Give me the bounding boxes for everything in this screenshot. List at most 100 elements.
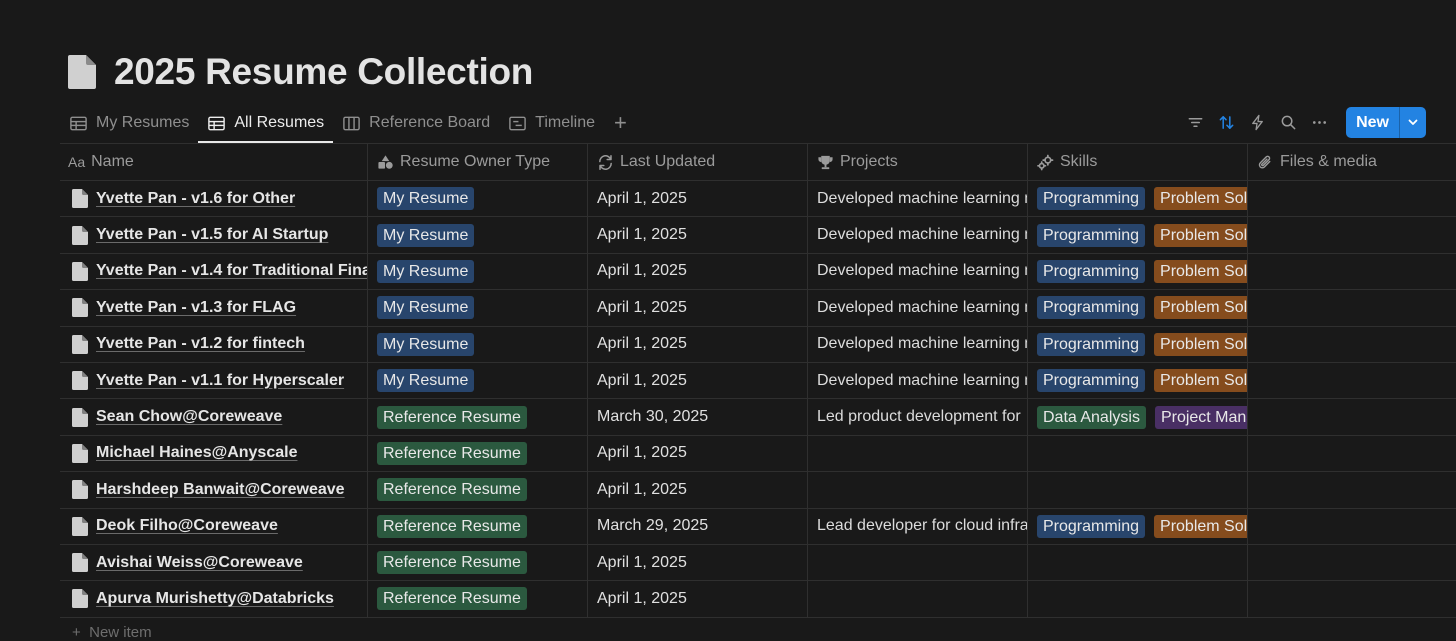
owner-type-cell[interactable]: My Resume <box>368 253 588 290</box>
files-cell[interactable] <box>1248 472 1456 507</box>
row-title[interactable]: Yvette Pan - v1.2 for fintech <box>96 335 305 353</box>
files-cell[interactable] <box>1248 581 1456 616</box>
name-cell[interactable]: Yvette Pan - v1.4 for Traditional Financ… <box>60 253 368 290</box>
projects-cell[interactable]: Developed machine learning m <box>808 290 1028 326</box>
column-header-owner-type[interactable]: Resume Owner Type <box>368 144 588 180</box>
table-row[interactable]: Yvette Pan - v1.4 for Traditional Financ… <box>60 253 1456 291</box>
name-cell[interactable]: Avishai Weiss@Coreweave <box>60 544 368 581</box>
name-cell[interactable]: Sean Chow@Coreweave <box>60 399 368 435</box>
skills-cell[interactable] <box>1028 472 1248 508</box>
projects-cell[interactable]: Developed machine learning m <box>808 253 1028 290</box>
column-header-last-updated[interactable]: Last Updated <box>588 144 808 180</box>
table-row[interactable]: Apurva Murishetty@Databricks Reference Re… <box>60 581 1456 618</box>
table-row[interactable]: Yvette Pan - v1.5 for AI Startup My Resum… <box>60 217 1456 254</box>
owner-type-cell[interactable]: My Resume <box>368 181 588 217</box>
projects-cell[interactable] <box>808 435 1028 472</box>
row-title[interactable]: Harshdeep Banwait@Coreweave <box>96 481 345 499</box>
filter-button[interactable] <box>1180 107 1210 137</box>
skills-cell[interactable]: Programming Problem Solving <box>1028 508 1248 544</box>
files-cell[interactable] <box>1248 509 1456 544</box>
row-title[interactable]: Yvette Pan - v1.1 for Hyperscaler <box>96 372 344 390</box>
name-cell[interactable]: Deok Filho@Coreweave <box>60 508 368 544</box>
last-updated-cell[interactable]: April 1, 2025 <box>588 326 808 362</box>
last-updated-cell[interactable]: April 1, 2025 <box>588 544 808 581</box>
column-header-skills[interactable]: Skills <box>1028 144 1248 180</box>
owner-type-cell[interactable]: My Resume <box>368 362 588 399</box>
sort-button[interactable] <box>1211 107 1241 137</box>
row-title[interactable]: Yvette Pan - v1.3 for FLAG <box>96 299 296 317</box>
files-cell[interactable] <box>1248 217 1456 252</box>
row-title[interactable]: Yvette Pan - v1.4 for Traditional Financ… <box>96 262 367 280</box>
row-title[interactable]: Michael Haines@Anyscale <box>96 444 297 462</box>
projects-cell[interactable]: Led product development for <box>808 399 1028 435</box>
new-dropdown-button[interactable] <box>1400 107 1426 138</box>
name-cell[interactable]: Yvette Pan - v1.1 for Hyperscaler <box>60 362 368 399</box>
skills-cell[interactable] <box>1028 435 1248 472</box>
tab-timeline[interactable]: Timeline <box>499 104 604 142</box>
last-updated-cell[interactable]: April 1, 2025 <box>588 253 808 290</box>
last-updated-cell[interactable]: April 1, 2025 <box>588 181 808 217</box>
last-updated-cell[interactable]: March 29, 2025 <box>588 508 808 544</box>
tab-my-resumes[interactable]: My Resumes <box>60 104 198 142</box>
projects-cell[interactable] <box>808 581 1028 617</box>
name-cell[interactable]: Michael Haines@Anyscale <box>60 435 368 472</box>
files-cell[interactable] <box>1248 254 1456 289</box>
last-updated-cell[interactable]: April 1, 2025 <box>588 435 808 472</box>
owner-type-cell[interactable]: Reference Resume <box>368 544 588 581</box>
owner-type-cell[interactable]: Reference Resume <box>368 508 588 544</box>
name-cell[interactable]: Yvette Pan - v1.6 for Other <box>60 181 368 217</box>
row-title[interactable]: Yvette Pan - v1.6 for Other <box>96 190 295 208</box>
row-title[interactable]: Deok Filho@Coreweave <box>96 517 278 535</box>
skills-cell[interactable]: Programming Problem Solving <box>1028 362 1248 399</box>
projects-cell[interactable] <box>808 544 1028 581</box>
more-options-button[interactable] <box>1304 107 1334 137</box>
owner-type-cell[interactable]: Reference Resume <box>368 435 588 472</box>
owner-type-cell[interactable]: My Resume <box>368 217 588 253</box>
last-updated-cell[interactable]: March 30, 2025 <box>588 399 808 435</box>
tab-all-resumes[interactable]: All Resumes <box>198 104 333 143</box>
projects-cell[interactable]: Developed machine learning m <box>808 181 1028 217</box>
last-updated-cell[interactable]: April 1, 2025 <box>588 472 808 508</box>
add-view-button[interactable]: + <box>604 104 637 142</box>
name-cell[interactable]: Yvette Pan - v1.5 for AI Startup <box>60 217 368 253</box>
skills-cell[interactable]: Programming Problem Solving <box>1028 253 1248 290</box>
skills-cell[interactable]: Programming Problem Solving <box>1028 217 1248 253</box>
skills-cell[interactable]: Programming Problem Solving <box>1028 181 1248 217</box>
last-updated-cell[interactable]: April 1, 2025 <box>588 581 808 617</box>
skills-cell[interactable] <box>1028 544 1248 581</box>
name-cell[interactable]: Yvette Pan - v1.3 for FLAG <box>60 290 368 326</box>
last-updated-cell[interactable]: April 1, 2025 <box>588 290 808 326</box>
files-cell[interactable] <box>1248 290 1456 325</box>
row-title[interactable]: Sean Chow@Coreweave <box>96 408 282 426</box>
skills-cell[interactable] <box>1028 581 1248 617</box>
table-row[interactable]: Yvette Pan - v1.2 for fintech My Resume Ap… <box>60 326 1456 363</box>
projects-cell[interactable]: Developed machine learning m <box>808 326 1028 362</box>
owner-type-cell[interactable]: Reference Resume <box>368 581 588 617</box>
column-header-files[interactable]: Files & media <box>1248 144 1456 180</box>
table-row[interactable]: Sean Chow@Coreweave Reference Resume March… <box>60 399 1456 436</box>
name-cell[interactable]: Apurva Murishetty@Databricks <box>60 581 368 617</box>
owner-type-cell[interactable]: Reference Resume <box>368 472 588 508</box>
skills-cell[interactable]: Programming Problem Solving <box>1028 326 1248 362</box>
files-cell[interactable] <box>1248 436 1456 471</box>
table-row[interactable]: Michael Haines@Anyscale Reference Resume A… <box>60 435 1456 473</box>
tab-reference-board[interactable]: Reference Board <box>333 104 499 142</box>
projects-cell[interactable]: Lead developer for cloud infra <box>808 508 1028 544</box>
files-cell[interactable] <box>1248 327 1456 362</box>
files-cell[interactable] <box>1248 181 1456 216</box>
name-cell[interactable]: Yvette Pan - v1.2 for fintech <box>60 326 368 362</box>
files-cell[interactable] <box>1248 545 1456 580</box>
last-updated-cell[interactable]: April 1, 2025 <box>588 217 808 253</box>
projects-cell[interactable]: Developed machine learning m <box>808 217 1028 253</box>
projects-cell[interactable] <box>808 472 1028 508</box>
projects-cell[interactable]: Developed machine learning m <box>808 362 1028 399</box>
column-header-name[interactable]: Aa Name <box>60 144 368 180</box>
table-row[interactable]: Deok Filho@Coreweave Reference Resume Marc… <box>60 508 1456 545</box>
last-updated-cell[interactable]: April 1, 2025 <box>588 362 808 399</box>
column-header-projects[interactable]: Projects <box>808 144 1028 180</box>
automation-button[interactable] <box>1242 107 1272 137</box>
table-row[interactable]: Yvette Pan - v1.3 for FLAG My Resume April… <box>60 290 1456 327</box>
row-title[interactable]: Avishai Weiss@Coreweave <box>96 554 303 572</box>
skills-cell[interactable]: Data Analysis Project Management <box>1028 399 1248 435</box>
owner-type-cell[interactable]: My Resume <box>368 326 588 362</box>
